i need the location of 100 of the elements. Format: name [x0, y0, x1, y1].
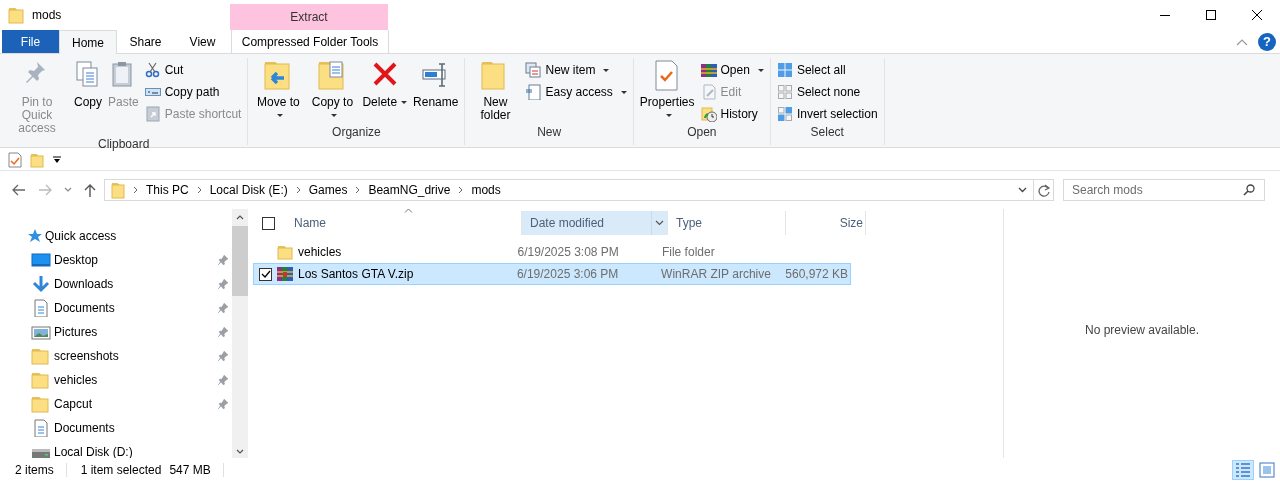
navigation-item[interactable]: Quick access: [0, 224, 232, 248]
tab-group-label: Extract: [230, 4, 388, 30]
ribbon-button[interactable]: New folder: [469, 58, 522, 124]
ribbon-button[interactable]: Rename: [411, 58, 461, 111]
row-checkbox[interactable]: [259, 267, 272, 281]
forward-icon[interactable]: [38, 184, 52, 196]
up-icon[interactable]: [84, 183, 96, 197]
file-tab[interactable]: File: [2, 30, 59, 53]
group-label: Open: [686, 125, 718, 141]
chevron-right-icon: [133, 186, 138, 194]
file-row[interactable]: vehicles 6/19/2025 3:08 PM File folder: [253, 241, 851, 263]
ribbon-button[interactable]: Copy to: [306, 58, 359, 124]
ribbon-button[interactable]: Delete: [360, 58, 410, 111]
navigation-item[interactable]: vehicles: [0, 368, 232, 392]
navigation-item[interactable]: Downloads: [0, 272, 232, 296]
scrollbar-thumb[interactable]: [232, 226, 248, 296]
address-bar[interactable]: This PC Local Disk (E:) Games BeamNG_drive mods: [104, 179, 1034, 201]
refresh-button[interactable]: [1034, 179, 1054, 201]
ribbon-button[interactable]: Copy: [72, 58, 104, 111]
scroll-up-icon[interactable]: [236, 215, 244, 220]
chevron-right-icon: [196, 186, 202, 194]
details-view-icon: [1235, 461, 1251, 478]
invert-selection-icon: [776, 106, 793, 122]
chevron-right-icon: [355, 186, 361, 194]
navigation-item[interactable]: screenshots: [0, 344, 232, 368]
folder-icon[interactable]: [30, 152, 44, 168]
folder-icon: [111, 181, 125, 199]
breadcrumb-item[interactable]: This PC: [146, 183, 189, 197]
select-none-icon: [776, 84, 793, 100]
new-item-icon: [525, 62, 542, 78]
scroll-down-icon[interactable]: [236, 449, 244, 454]
download-icon: [31, 275, 51, 293]
breadcrumb-item[interactable]: Local Disk (E:): [209, 183, 288, 197]
chevron-down-icon: [655, 220, 664, 226]
ribbon-button[interactable]: Properties: [637, 58, 697, 124]
folder-icon: [8, 6, 24, 24]
column-header[interactable]: Size: [786, 211, 866, 235]
ribbon-small-button[interactable]: Copy path: [142, 82, 244, 102]
history-icon: [700, 106, 717, 122]
ribbon-small-button[interactable]: New item: [523, 60, 629, 80]
view-button[interactable]: [1256, 459, 1278, 480]
ribbon-tab[interactable]: Share: [117, 30, 174, 53]
group-label: New: [536, 125, 563, 141]
edit-icon: [700, 84, 717, 100]
search-field[interactable]: Search mods: [1063, 179, 1265, 201]
ribbon-tab[interactable]: Compressed Folder Tools: [231, 30, 389, 53]
folder-icon: [31, 395, 51, 413]
folder-document-icon: [318, 60, 347, 92]
navigation-item[interactable]: Local Disk (D:): [0, 440, 232, 458]
selection-size: 547 MB: [169, 462, 211, 477]
scissors-icon: [144, 62, 161, 78]
type-cell: WinRAR ZIP archive: [661, 267, 771, 281]
collapse-icon[interactable]: [1236, 37, 1248, 46]
window-title: mods: [32, 8, 62, 22]
ribbon-small-button[interactable]: Cut: [142, 60, 244, 80]
navigation-item[interactable]: Pictures: [0, 320, 232, 344]
breadcrumb-item[interactable]: BeamNG_drive: [368, 183, 451, 197]
view-button[interactable]: [1232, 459, 1254, 480]
ribbon-tab[interactable]: View: [174, 30, 231, 53]
ribbon-small-button[interactable]: Easy access: [523, 82, 629, 102]
dropdown-icon[interactable]: [1018, 187, 1027, 193]
chevron-down-icon[interactable]: [64, 187, 72, 193]
item-count: 2 items: [15, 462, 54, 477]
folder-icon: [31, 371, 51, 389]
archive-icon: [277, 266, 293, 282]
document-icon: [31, 419, 51, 437]
scrollbar[interactable]: [232, 209, 248, 458]
ribbon-small-button[interactable]: Open: [698, 60, 766, 80]
size-cell: 560,972 KB: [785, 267, 848, 281]
navigation-item[interactable]: Desktop: [0, 248, 232, 272]
ribbon-small-button[interactable]: Select all: [774, 60, 880, 80]
check-icon: [260, 270, 271, 278]
navigation-item[interactable]: Documents: [0, 296, 232, 320]
ribbon-button[interactable]: Move to: [252, 58, 305, 124]
folder-icon: [277, 244, 293, 260]
search-icon: [1243, 184, 1255, 196]
navigation-item[interactable]: Documents: [0, 416, 232, 440]
breadcrumb-item[interactable]: mods: [471, 183, 501, 197]
date-cell: 6/19/2025 3:08 PM: [517, 245, 619, 259]
document-icon: [525, 84, 542, 100]
column-header[interactable]: Date modified: [522, 211, 668, 235]
type-cell: File folder: [661, 245, 715, 259]
picture-icon: [31, 323, 51, 341]
customize-icon[interactable]: [52, 156, 62, 164]
breadcrumb-item[interactable]: Games: [308, 183, 348, 197]
column-header[interactable]: Type: [668, 211, 786, 235]
help-button[interactable]: ?: [1258, 32, 1276, 51]
select-all-checkbox[interactable]: [262, 216, 275, 230]
ribbon-small-button[interactable]: Select none: [774, 82, 880, 102]
back-icon[interactable]: [12, 184, 26, 196]
large-icons-view-icon: [1259, 461, 1275, 478]
date-cell: 6/19/2025 3:06 PM: [516, 267, 619, 281]
ribbon-small-button[interactable]: History: [698, 104, 766, 124]
navigation-item[interactable]: Capcut: [0, 392, 232, 416]
properties-icon[interactable]: [8, 152, 22, 168]
file-name: Los Santos GTA V.zip: [298, 267, 414, 281]
ribbon-tab[interactable]: Home: [59, 30, 117, 54]
select-all-icon: [776, 62, 793, 78]
ribbon-small-button[interactable]: Invert selection: [774, 104, 880, 124]
selected-row[interactable]: Los Santos GTA V.zip 6/19/2025 3:06 PM WinRAR ZIP archive 560,972 KB: [253, 263, 851, 285]
